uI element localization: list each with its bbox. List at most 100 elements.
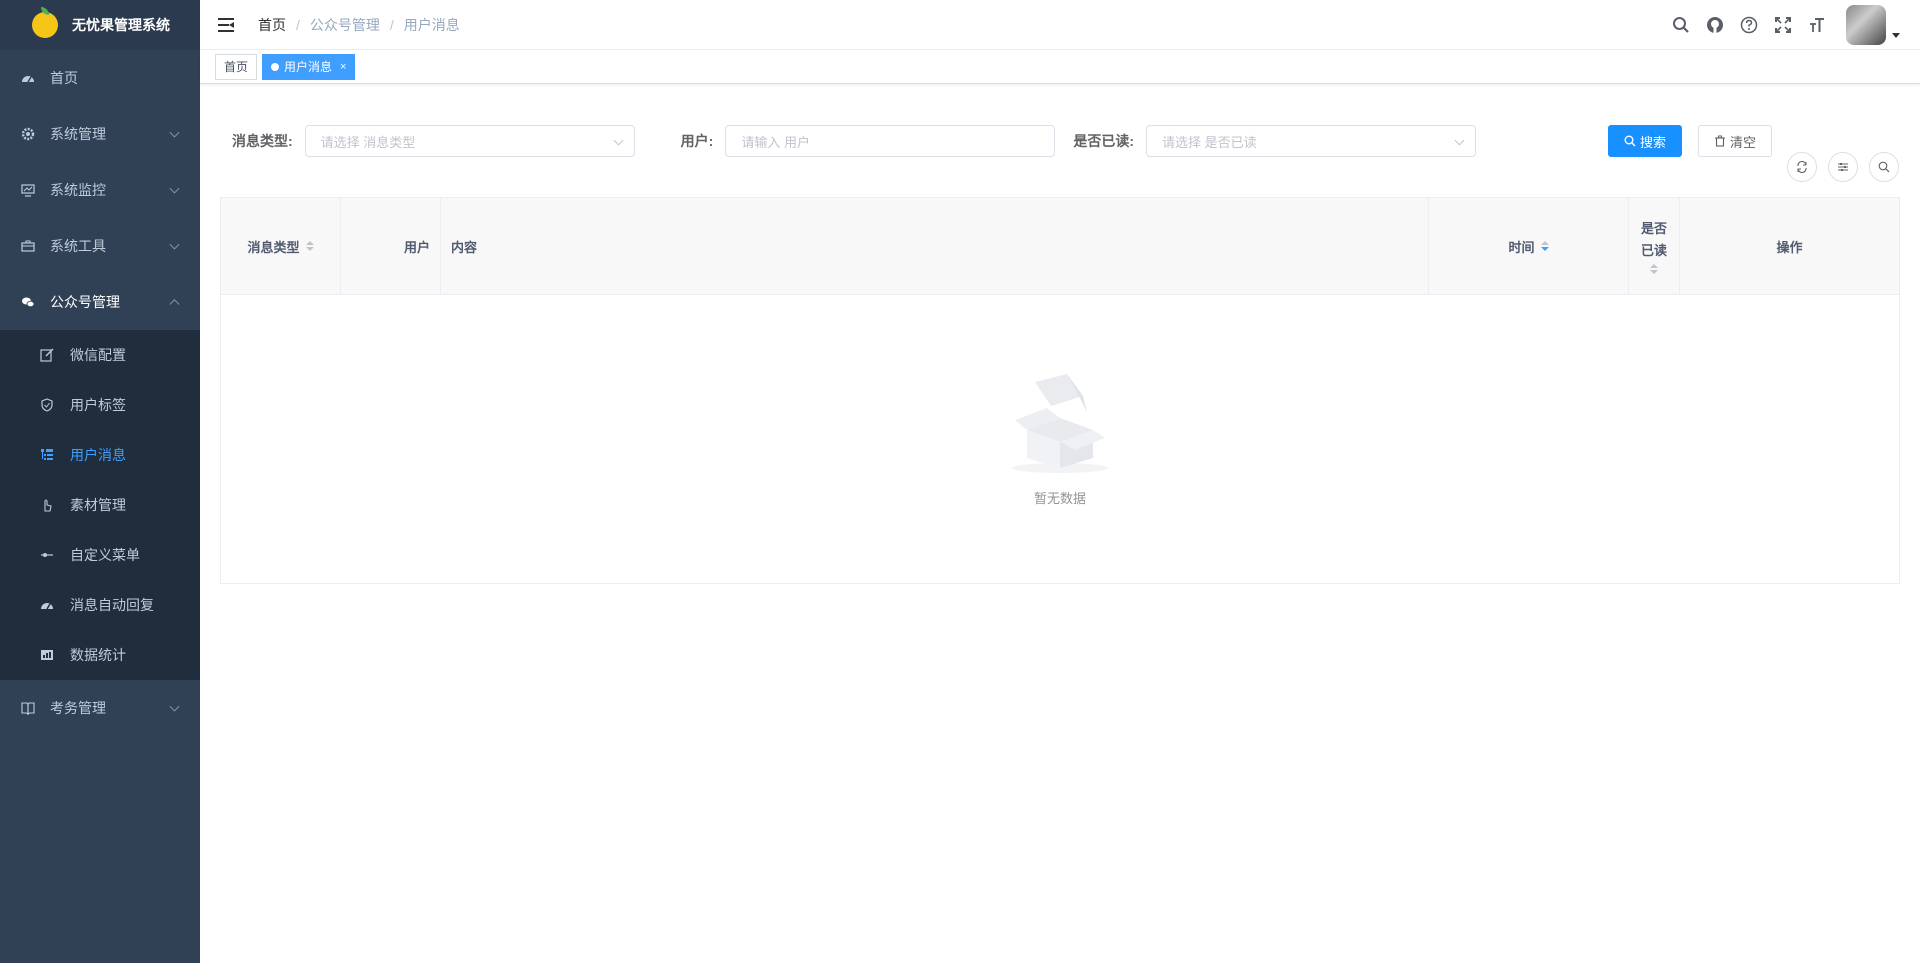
columns-button[interactable] [1828,152,1858,182]
sidebar-item-tools[interactable]: 系统工具 [0,218,200,274]
msg-type-label: 消息类型: [232,133,293,149]
col-label: 内容 [451,239,478,255]
sidebar-item-home[interactable]: 首页 [0,50,200,106]
read-label: 是否已读: [1073,133,1135,149]
caret-down-icon[interactable] [1892,32,1900,38]
app-title: 无忧果管理系统 [72,17,170,33]
sort-icon[interactable] [305,241,314,251]
tag-user-messages[interactable]: 用户消息 × [262,53,356,80]
gear-icon [20,126,36,142]
search-icon[interactable] [1664,0,1698,50]
tag-label: 首页 [224,59,249,74]
col-label: 用户 [403,239,430,255]
navbar: 首页 / 公众号管理 / 用户消息 [200,0,1920,50]
sidebar-item-label: 系统工具 [50,238,106,254]
fullscreen-icon[interactable] [1766,0,1800,50]
sidebar-item-statistics[interactable]: 数据统计 [0,630,200,680]
search-form: 消息类型: 请选择 消息类型 用户: 请输入 用户 是否已读: 请选择 是否已读… [232,125,1900,157]
col-label: 操作 [1776,239,1803,255]
avatar[interactable] [1846,5,1886,45]
col-label: 时间 [1508,239,1535,255]
empty-text: 暂无数据 [1033,490,1086,506]
sidebar-item-monitor[interactable]: 系统监控 [0,162,200,218]
sidebar-item-label: 消息自动回复 [70,597,154,613]
sidebar-item-wechat-config[interactable]: 微信配置 [0,330,200,380]
tag-home[interactable]: 首页 [215,53,258,80]
breadcrumb-item[interactable]: 首页 [258,15,286,35]
search-button-label: 搜索 [1640,134,1667,150]
navbar-actions [1664,0,1900,50]
sidebar-item-label: 考务管理 [50,700,106,716]
msg-type-select[interactable]: 请选择 消息类型 [304,125,635,157]
sidebar-item-wechat[interactable]: 公众号管理 [0,274,200,330]
sidebar-item-user-messages[interactable]: 用户消息 [0,430,200,480]
read-placeholder: 请选择 是否已读 [1162,134,1257,150]
wechat-submenu: 微信配置 用户标签 用户消息 素材管理 自定义菜单 消息自动回复 数据统计 [0,330,200,680]
chevron-down-icon [169,239,180,250]
refresh-button[interactable] [1787,152,1817,182]
chevron-down-icon [613,135,624,146]
font-size-icon[interactable] [1800,0,1834,50]
col-label: 消息类型 [247,239,300,255]
hand-icon [40,498,54,512]
col-time[interactable]: 时间 [1429,198,1629,294]
sidebar-item-label: 用户标签 [70,397,126,413]
sidebar-item-custom-menu[interactable]: 自定义菜单 [0,530,200,580]
search-icon [1624,135,1636,147]
shield-icon [40,398,54,412]
dashboard-icon [40,598,54,612]
settings-icon [1838,163,1848,171]
sidebar-item-label: 首页 [50,70,78,86]
sidebar-item-label: 微信配置 [70,347,126,363]
sidebar-item-user-tags[interactable]: 用户标签 [0,380,200,430]
sidebar: 无忧果管理系统 首页 系统管理 系统监控 系统工具 公众号管理 微信配置 用户标… [0,0,200,963]
monitor-icon [20,182,36,198]
col-content: 内容 [441,198,1429,294]
logo-icon [32,7,58,38]
chart-icon [40,648,54,662]
breadcrumb-item: 公众号管理 [309,16,380,33]
search-icon [1878,161,1890,173]
clear-button-label: 清空 [1730,134,1757,150]
user-input[interactable]: 请输入 用户 [725,125,1056,157]
breadcrumb-item: 用户消息 [403,16,460,33]
sort-icon[interactable] [1650,264,1658,274]
clear-button[interactable]: 清空 [1698,125,1773,157]
logo[interactable]: 无忧果管理系统 [0,0,200,50]
table-header: 消息类型 用户 内容 时间 是否已读 操作 [221,198,1899,295]
book-icon [20,700,36,716]
toggle-search-button[interactable] [1869,152,1899,182]
chevron-down-icon [169,701,180,712]
read-select[interactable]: 请选择 是否已读 [1146,125,1477,157]
user-label: 用户: [680,133,714,149]
delete-icon [1714,135,1726,147]
breadcrumb: 首页 / 公众号管理 / 用户消息 [258,15,460,35]
close-icon[interactable]: × [340,55,346,79]
sidebar-item-label: 系统监控 [50,182,106,198]
active-dot-icon [271,62,280,71]
chevron-down-icon [1454,135,1465,146]
sidebar-item-auto-reply[interactable]: 消息自动回复 [0,580,200,630]
sort-icon[interactable] [1540,241,1549,251]
col-user: 用户 [341,198,441,294]
search-button[interactable]: 搜索 [1608,125,1683,157]
edit-icon [40,348,54,362]
col-label: 是否已读 [1640,221,1667,258]
col-read[interactable]: 是否已读 [1629,198,1680,294]
sidebar-item-exam[interactable]: 考务管理 [0,680,200,736]
sidebar-item-system[interactable]: 系统管理 [0,106,200,162]
sidebar-item-label: 自定义菜单 [70,547,140,563]
sidebar-item-label: 用户消息 [70,447,126,463]
sidebar-item-label: 公众号管理 [50,294,120,310]
empty-state: 暂无数据 [221,295,1899,583]
hamburger-icon[interactable] [218,17,234,32]
sidebar-item-label: 系统管理 [50,126,106,142]
sidebar-item-materials[interactable]: 素材管理 [0,480,200,530]
github-icon[interactable] [1698,0,1732,50]
question-icon[interactable] [1732,0,1766,50]
tree-table-icon [40,448,54,462]
chevron-up-icon [169,299,180,310]
messages-table: 消息类型 用户 内容 时间 是否已读 操作 暂无数据 [220,197,1900,584]
empty-box-icon [1012,373,1108,473]
col-msg-type[interactable]: 消息类型 [221,198,341,294]
